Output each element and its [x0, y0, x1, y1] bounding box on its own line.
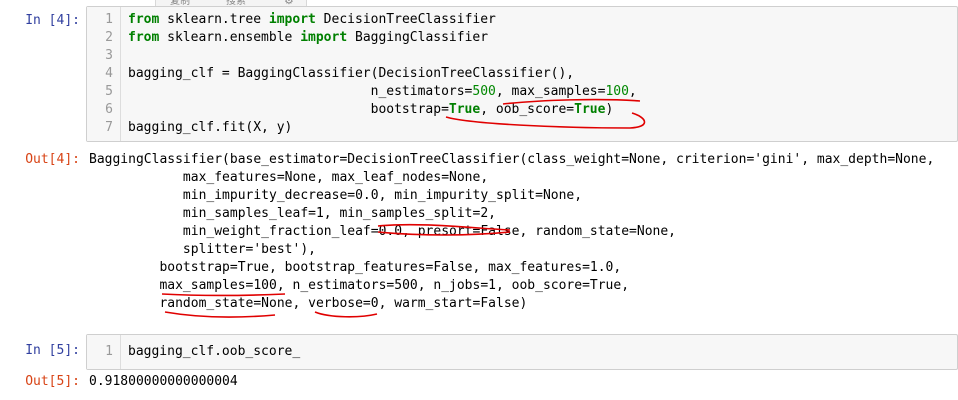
output-line: splitter='best'),: [89, 242, 316, 257]
code-line-5: n_estimators=500, max_samples=100,: [128, 84, 637, 99]
line-number: 2: [105, 30, 113, 45]
code-line-6: bootstrap=True, oob_score=True): [128, 102, 614, 117]
line-number: 3: [105, 48, 113, 63]
output-line: BaggingClassifier(base_estimator=Decisio…: [89, 152, 935, 167]
line-number: 4: [105, 66, 113, 81]
line-number: 1: [105, 12, 113, 27]
code-line-7: bagging_clf.fit(X, y): [128, 120, 293, 135]
input-prompt-5: In [5]:: [25, 343, 80, 358]
output-value: 0.91800000000000004: [89, 374, 238, 389]
output-line: max_features=None, max_leaf_nodes=None,: [89, 170, 489, 185]
output-line: min_impurity_decrease=0.0, min_impurity_…: [89, 188, 583, 203]
line-number: 6: [105, 102, 113, 117]
line-number: 7: [105, 120, 113, 135]
code-line-4: bagging_clf = BaggingClassifier(Decision…: [128, 66, 575, 81]
code-line-1: bagging_clf.oob_score_: [128, 344, 301, 359]
input-prompt-4: In [4]:: [25, 13, 80, 28]
code-cell-4[interactable]: 1 from sklearn.tree import DecisionTreeC…: [86, 6, 958, 142]
code-line-2: from sklearn.ensemble import BaggingClas…: [128, 30, 489, 45]
output-prompt-5: Out[5]:: [25, 374, 80, 389]
output-line: max_samples=100, n_estimators=500, n_job…: [89, 278, 630, 293]
line-number: 1: [105, 344, 113, 359]
output-line: random_state=None, verbose=0, warm_start…: [89, 296, 528, 311]
line-number: 5: [105, 84, 113, 99]
output-line: bootstrap=True, bootstrap_features=False…: [89, 260, 622, 275]
output-line: min_samples_leaf=1, min_samples_split=2,: [89, 206, 496, 221]
output-prompt-4: Out[4]:: [25, 152, 80, 167]
code-line-1: from sklearn.tree import DecisionTreeCla…: [128, 12, 496, 27]
output-line: min_weight_fraction_leaf=0.0, presort=Fa…: [89, 224, 676, 239]
code-cell-5[interactable]: 1 bagging_clf.oob_score_: [86, 334, 958, 370]
